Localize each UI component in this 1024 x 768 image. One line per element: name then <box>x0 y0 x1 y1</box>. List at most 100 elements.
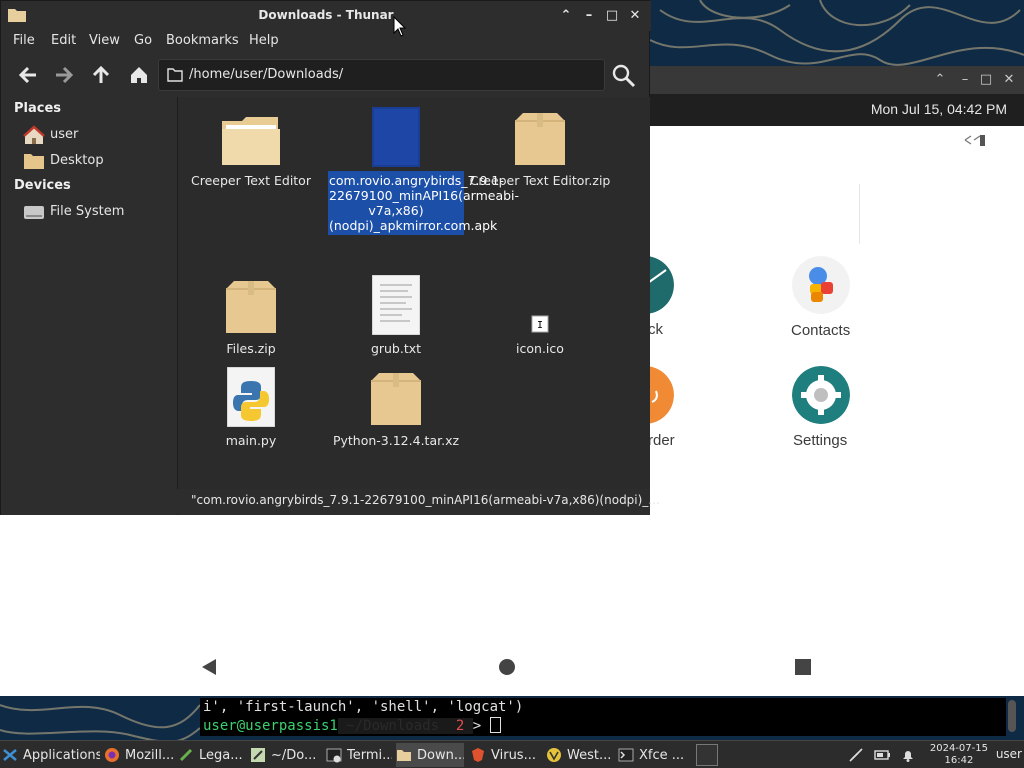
drive-icon <box>24 206 44 219</box>
emulator-close-button[interactable]: ✕ <box>1000 71 1018 89</box>
menu-file[interactable]: File <box>13 33 35 48</box>
tray-user[interactable]: user <box>996 747 1022 761</box>
task-firefox[interactable]: Mozill... <box>104 743 174 767</box>
sidebar-item-label: File System <box>50 204 125 219</box>
search-icon[interactable] <box>611 63 637 89</box>
task-virus[interactable]: Virus... <box>470 743 542 767</box>
menubar: File Edit View Go Bookmarks Help <box>1 31 651 53</box>
taskbar: Applications Mozill... Lega... ~/Do... T… <box>0 740 1024 768</box>
archive-icon <box>467 105 613 167</box>
notification-bell-icon[interactable] <box>900 747 916 763</box>
app-label-clock[interactable]: ck <box>648 321 663 338</box>
desktop-folder-icon <box>24 154 44 169</box>
app-label-settings[interactable]: Settings <box>793 432 847 449</box>
terminal-cursor <box>489 717 501 733</box>
menu-help[interactable]: Help <box>249 33 279 48</box>
thunar-titlebar[interactable]: Downloads - Thunar ⌃ – □ ✕ <box>1 1 651 31</box>
sidebar-item-label: user <box>50 127 79 142</box>
up-button[interactable] <box>87 61 115 89</box>
nav-back-icon[interactable] <box>200 658 218 676</box>
emulator-statusbar: Mon Jul 15, 04:42 PM <box>648 94 1024 126</box>
location-path[interactable]: /home/user/Downloads/ <box>189 67 343 82</box>
android-home-screen: ck Contacts rder Settings <box>616 126 1024 696</box>
folder-icon <box>397 750 411 761</box>
tray-time: 16:42 <box>944 755 974 766</box>
tray-clock[interactable]: 2024-07-15 16:42 <box>930 743 988 767</box>
task-lega[interactable]: Lega... <box>178 743 244 767</box>
window-title: Downloads - Thunar <box>258 8 394 22</box>
folder-icon <box>178 105 324 167</box>
archive-icon <box>178 273 324 335</box>
applications-menu[interactable]: Applications <box>2 743 100 767</box>
file-view: Creeper Text Editor com.rovio.angrybirds… <box>178 97 650 489</box>
task-label: ~/Do... <box>271 747 317 763</box>
task-xfce[interactable]: Xfce ... <box>618 743 688 767</box>
terminal-output: i', 'first-launch', 'shell', 'logcat') <box>203 699 524 715</box>
prompt-path: ~/Downloads <box>337 718 448 734</box>
prompt-num: 2 <box>447 718 473 734</box>
contacts-icon[interactable] <box>792 256 850 314</box>
back-button[interactable] <box>14 61 42 89</box>
app-icon <box>547 748 561 762</box>
emulator-titlebar: ⌃ – □ ✕ <box>648 66 1024 94</box>
svg-text:I: I <box>537 320 543 331</box>
brave-icon <box>472 748 484 762</box>
home-folder-icon <box>23 125 45 144</box>
home-button[interactable] <box>125 61 153 89</box>
file-name: icon.ico <box>516 341 564 356</box>
close-button[interactable]: ✕ <box>626 7 644 25</box>
file-name: Creeper Text Editor.zip <box>469 173 611 188</box>
applications-label: Applications <box>23 747 100 763</box>
xfce-logo-icon <box>3 749 17 761</box>
emulator-maximize-button[interactable]: □ <box>977 71 995 89</box>
nav-home-icon[interactable] <box>498 658 516 676</box>
menu-bookmarks[interactable]: Bookmarks <box>166 33 239 48</box>
python-file-icon <box>178 365 324 427</box>
task-terminal[interactable]: Termi... <box>326 743 392 767</box>
emulator-minimize-button[interactable]: – <box>956 71 974 89</box>
app-label-contacts[interactable]: Contacts <box>791 322 850 339</box>
nav-recents-icon[interactable] <box>794 658 812 676</box>
task-thunar[interactable]: Down... <box>396 743 464 767</box>
menu-view[interactable]: View <box>89 33 120 48</box>
sidebar-item-label: Desktop <box>50 153 104 168</box>
archive-icon <box>323 365 469 427</box>
menu-edit[interactable]: Edit <box>51 33 76 48</box>
app-label-recorder[interactable]: rder <box>648 432 675 449</box>
emulator-maximize-up-icon[interactable]: ⌃ <box>931 71 949 89</box>
battery-icon[interactable] <box>874 747 890 763</box>
settings-icon[interactable] <box>792 366 850 424</box>
forward-button[interactable] <box>50 61 78 89</box>
terminal[interactable]: i', 'first-launch', 'shell', 'logcat') u… <box>200 698 1006 736</box>
prompt-arrow: > <box>472 718 482 734</box>
tray-date: 2024-07-15 <box>929 743 988 754</box>
shade-up-icon[interactable]: ⌃ <box>557 7 575 25</box>
terminal-icon <box>618 748 634 762</box>
menu-go[interactable]: Go <box>134 33 152 48</box>
sidebar-item-user[interactable]: user <box>21 123 171 147</box>
text-file-icon <box>323 273 469 335</box>
status-text: "com.rovio.angrybirds_7.9.1-22679100_min… <box>191 493 660 507</box>
minimize-button[interactable]: – <box>580 7 598 25</box>
workspace-switcher[interactable] <box>696 744 718 766</box>
maximize-button[interactable]: □ <box>603 7 621 25</box>
file-name: Creeper Text Editor <box>191 173 311 188</box>
terminal-scrollbar[interactable] <box>1008 700 1016 732</box>
network-off-icon[interactable] <box>848 747 864 763</box>
arrow-up-icon <box>92 65 110 83</box>
arrow-right-icon <box>56 66 74 84</box>
prompt-user: user@userpassis1 <box>203 718 338 734</box>
file-name: main.py <box>225 433 277 448</box>
places-heading: Places <box>14 101 62 116</box>
task-editor[interactable]: ~/Do... <box>250 743 320 767</box>
terminal-icon <box>326 748 342 763</box>
location-bar[interactable]: /home/user/Downloads/ <box>158 59 605 91</box>
task-label: Down... <box>417 747 464 763</box>
apk-icon <box>323 105 469 167</box>
file-name: grub.txt <box>370 341 422 356</box>
mouse-cursor-icon <box>393 16 407 37</box>
task-west[interactable]: West... <box>546 743 612 767</box>
sidebar-item-filesystem[interactable]: File System <box>21 200 171 224</box>
sidebar-item-desktop[interactable]: Desktop <box>21 149 171 173</box>
widget-divider <box>859 184 860 244</box>
